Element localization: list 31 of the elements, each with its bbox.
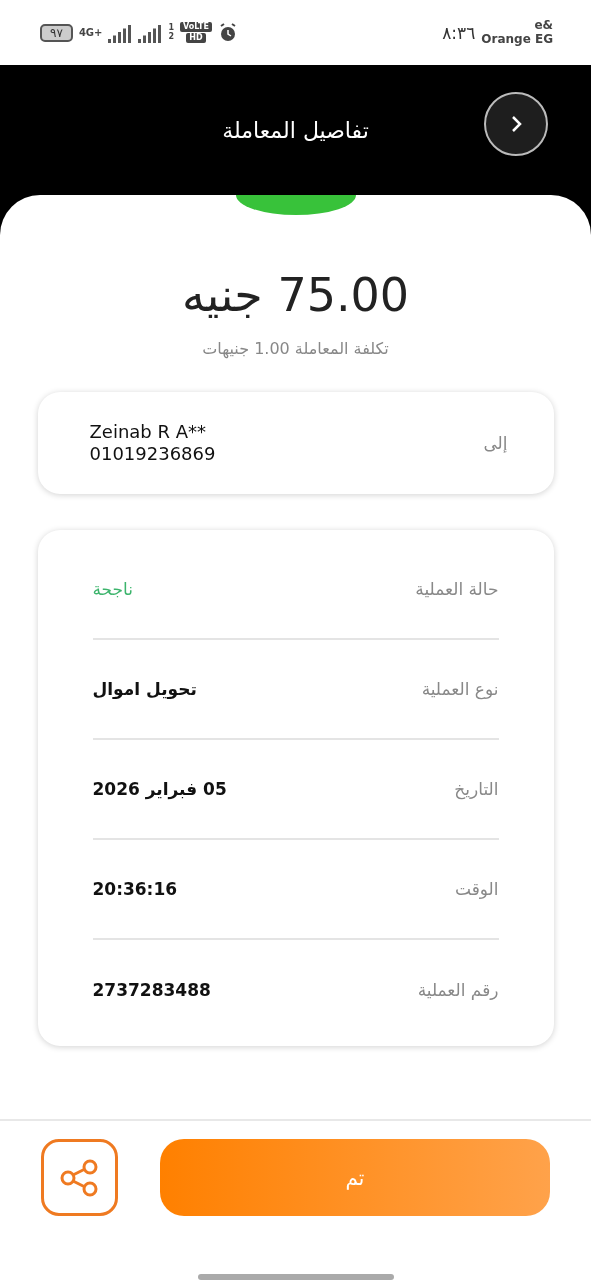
detail-value: 2737283488 (92, 980, 211, 1000)
clock-time: ٨:٣٦ (442, 22, 476, 43)
done-button[interactable]: تم (160, 1139, 550, 1216)
back-button[interactable] (484, 92, 548, 156)
hd-badge: HD (186, 33, 206, 43)
status-value: ناجحة (92, 579, 133, 599)
fee-text: تكلفة المعاملة 1.00 جنيهات (202, 339, 389, 358)
signal-icon (138, 22, 163, 43)
recipient-label: إلى (483, 433, 508, 453)
detail-label: التاريخ (454, 779, 499, 799)
page-title: تفاصيل المعاملة (222, 117, 369, 143)
carrier-name: e& (534, 19, 553, 32)
detail-value: 05 فبراير 2026 (92, 779, 227, 799)
detail-label: نوع العملية (421, 679, 499, 699)
signal-icon (108, 22, 133, 43)
amount: 75.00 جنيه (181, 267, 410, 323)
carrier-name: Orange EG (481, 33, 553, 46)
detail-label: رقم العملية (417, 980, 499, 1000)
detail-value: تحويل اموال (92, 679, 197, 699)
network-type: 4G+ (78, 27, 103, 38)
chevron-icon (509, 114, 523, 134)
recipient-phone: 01019236869 (89, 443, 216, 465)
volte-badge: VoLTE (180, 22, 212, 32)
sim-number: 2 (168, 33, 174, 41)
battery-icon: ٩٧ (40, 23, 73, 42)
detail-label: حالة العملية (415, 579, 499, 599)
detail-value: 20:36:16 (92, 879, 178, 899)
detail-label: الوقت (455, 879, 499, 899)
share-button[interactable] (41, 1139, 118, 1216)
sim-number: 1 (168, 24, 174, 32)
recipient-name: Zeinab R A** (89, 421, 208, 443)
